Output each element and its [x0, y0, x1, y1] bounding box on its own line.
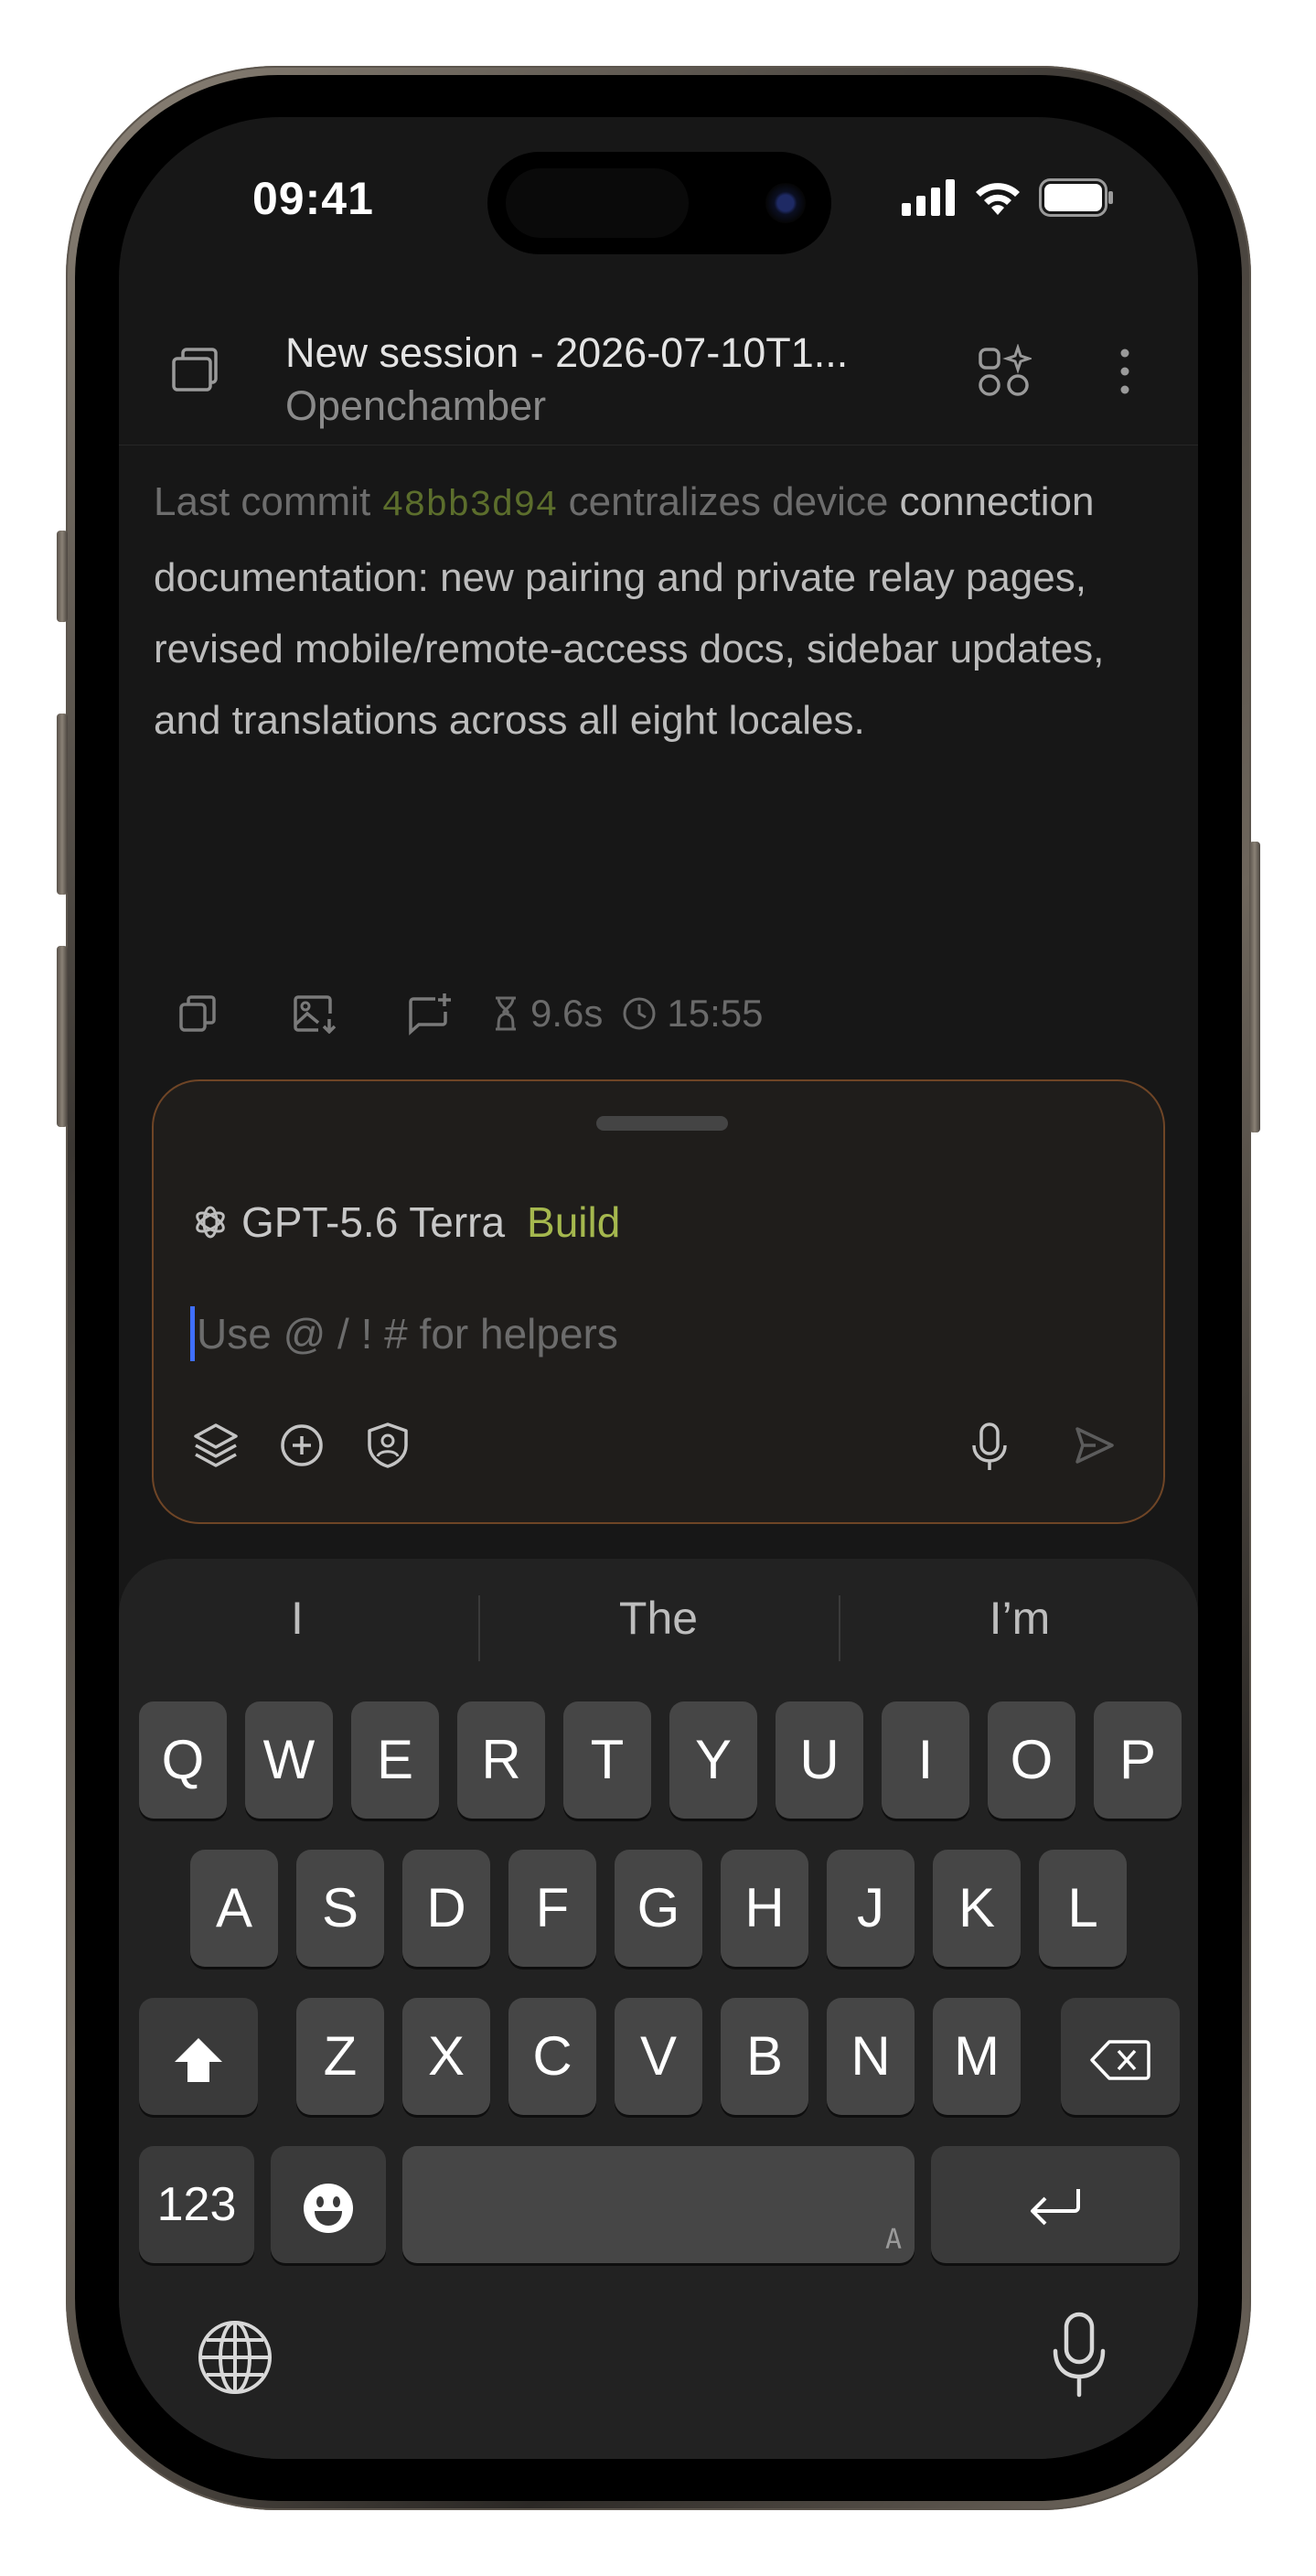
plus-circle-icon[interactable]: [278, 1422, 326, 1469]
message-composer: GPT-5.6 Terra Build Use @ / ! # for help…: [152, 1079, 1165, 1524]
action-button: [57, 531, 68, 622]
key-c[interactable]: C: [508, 1998, 596, 2115]
session-title[interactable]: New session - 2026-07-10T1...: [285, 329, 848, 377]
key-j[interactable]: J: [827, 1850, 915, 1967]
key-a[interactable]: A: [190, 1850, 278, 1967]
commit-hash[interactable]: 48bb3d94: [381, 486, 557, 527]
key-s[interactable]: S: [296, 1850, 384, 1967]
message-actions: 9.6s 15:55: [177, 986, 764, 1041]
key-t[interactable]: T: [563, 1701, 651, 1819]
side-button: [1249, 842, 1260, 1132]
backspace-icon: [1090, 2040, 1150, 2080]
volume-up-button: [57, 714, 68, 895]
shift-key[interactable]: [139, 1998, 258, 2115]
shield-user-icon[interactable]: [364, 1422, 412, 1469]
key-k[interactable]: K: [933, 1850, 1021, 1967]
composer-tools: [192, 1422, 412, 1469]
dictation-mic-icon[interactable]: [1050, 2311, 1108, 2399]
timestamp-text: 15:55: [667, 992, 764, 1035]
layers-icon[interactable]: [192, 1422, 240, 1469]
key-y[interactable]: Y: [669, 1701, 757, 1819]
message-time: 15:55: [621, 992, 764, 1036]
wifi-icon: [976, 183, 1020, 215]
message-input[interactable]: Use @ / ! # for helpers: [190, 1306, 618, 1361]
mic-icon[interactable]: [969, 1422, 1010, 1473]
key-b[interactable]: B: [721, 1998, 808, 2115]
apps-sparkle-icon[interactable]: [977, 344, 1032, 399]
text-caret: [190, 1306, 195, 1361]
key-p[interactable]: P: [1094, 1701, 1182, 1819]
numbers-key[interactable]: 123: [139, 2146, 254, 2263]
model-name[interactable]: GPT-5.6 Terra: [241, 1197, 505, 1247]
send-icon[interactable]: [1072, 1423, 1116, 1467]
shift-icon: [175, 2038, 222, 2083]
image-download-icon[interactable]: [293, 993, 337, 1034]
sessions-icon[interactable]: [170, 346, 219, 395]
key-e[interactable]: E: [351, 1701, 439, 1819]
duration-text: 9.6s: [530, 992, 604, 1035]
key-f[interactable]: F: [508, 1850, 596, 1967]
key-g[interactable]: G: [615, 1850, 702, 1967]
status-time: 09:41: [252, 173, 374, 224]
message-plus-icon[interactable]: [408, 992, 454, 1036]
suggestion-divider: [839, 1595, 840, 1661]
suggestion-1[interactable]: I: [119, 1592, 476, 1645]
key-v[interactable]: V: [615, 1998, 702, 2115]
model-selector[interactable]: GPT-5.6 Terra Build: [192, 1195, 620, 1250]
camera-icon: [765, 183, 806, 223]
signal-icon: [902, 179, 955, 216]
key-q[interactable]: Q: [139, 1701, 227, 1819]
key-n[interactable]: N: [827, 1998, 915, 2115]
key-h[interactable]: H: [721, 1850, 808, 1967]
backspace-key[interactable]: [1061, 1998, 1180, 2115]
composer-drag-handle[interactable]: [596, 1116, 728, 1131]
key-m[interactable]: M: [933, 1998, 1021, 2115]
agent-mode[interactable]: Build: [527, 1197, 620, 1247]
input-placeholder: Use @ / ! # for helpers: [197, 1310, 618, 1358]
key-d[interactable]: D: [402, 1850, 490, 1967]
session-header: New session - 2026-07-10T1... Openchambe…: [119, 280, 1198, 445]
key-o[interactable]: O: [988, 1701, 1075, 1819]
key-l[interactable]: L: [1039, 1850, 1127, 1967]
space-key[interactable]: A: [402, 2146, 915, 2263]
assistant-message: Last commit 48bb3d94 centralizes device …: [154, 467, 1169, 757]
openai-icon: [196, 1206, 225, 1239]
key-z[interactable]: Z: [296, 1998, 384, 2115]
clock-icon: [623, 997, 656, 1030]
key-w[interactable]: W: [245, 1701, 333, 1819]
return-key[interactable]: [931, 2146, 1180, 2263]
dynamic-island: [487, 152, 831, 254]
more-vertical-icon[interactable]: [1118, 346, 1132, 397]
message-text-faded: centralizes device: [557, 479, 889, 524]
suggestion-3[interactable]: I’m: [841, 1592, 1198, 1645]
globe-icon[interactable]: [196, 2318, 274, 2397]
copy-icon[interactable]: [177, 993, 218, 1034]
suggestion-2[interactable]: The: [480, 1592, 837, 1645]
status-icons: [902, 176, 1114, 220]
on-screen-keyboard: I The I’m Q W E R T Y U I O P A S D F G …: [119, 1559, 1198, 2459]
hourglass-icon: [496, 996, 516, 1031]
key-u[interactable]: U: [776, 1701, 863, 1819]
key-i[interactable]: I: [882, 1701, 969, 1819]
response-duration: 9.6s: [492, 992, 603, 1036]
emoji-key[interactable]: [271, 2146, 386, 2263]
battery-icon: [1039, 178, 1113, 217]
phone-screen: 09:41 New session - 2026-07-10T1... Open…: [119, 117, 1198, 2459]
key-x[interactable]: X: [402, 1998, 490, 2115]
emoji-icon: [304, 2184, 353, 2234]
space-hint: A: [884, 2224, 902, 2256]
volume-down-button: [57, 946, 68, 1127]
return-icon: [1031, 2189, 1080, 2226]
predictive-bar: I The I’m: [119, 1559, 1198, 1696]
message-prefix: Last commit: [154, 479, 382, 524]
project-name: Openchamber: [285, 382, 547, 429]
key-r[interactable]: R: [457, 1701, 545, 1819]
